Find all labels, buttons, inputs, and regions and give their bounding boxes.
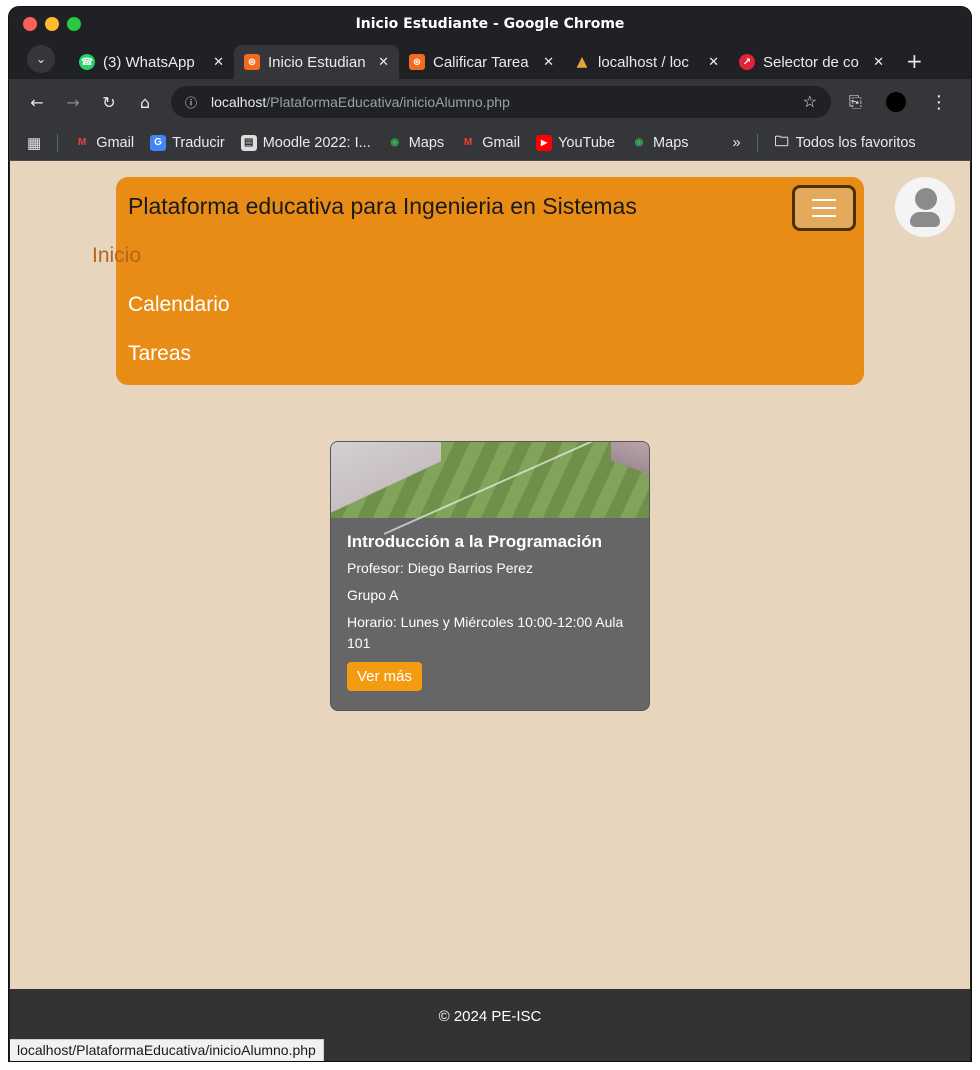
tab-strip: ⌄ ☎ (3) WhatsApp ✕ ⊛ Inicio Estudian ✕ ⊛… [9,41,971,79]
bookmark-label: Gmail [96,134,135,151]
course-professor: Profesor: Diego Barrios Perez [347,560,533,576]
bookmarks-divider [756,133,758,152]
minimize-window-button[interactable] [45,17,59,31]
site-navbar: Plataforma educativa para Ingenieria en … [116,177,864,385]
nav-link-calendario[interactable]: Calendario [128,293,230,317]
browser-window: Inicio Estudiante - Google Chrome ⌄ ☎ (3… [9,7,971,1061]
nav-link-inicio[interactable]: Inicio [92,244,141,268]
moodle-icon: ▤ [240,134,257,151]
course-image [331,442,649,535]
bookmark-traducir[interactable]: G Traducir [150,134,225,151]
navbar-toggler-button[interactable] [792,185,856,231]
window-controls [23,17,81,31]
bookmark-label: Moodle 2022: I... [262,134,371,151]
tab-label: Calificar Tarea [433,53,529,71]
new-tab-button[interactable]: + [906,49,923,73]
bookmark-label: YouTube [558,134,616,151]
close-icon[interactable]: ✕ [543,55,554,70]
address-host: localhost [211,94,267,110]
course-schedule: Horario: Lunes y Miércoles 10:00-12:00 A… [347,614,624,651]
close-icon[interactable]: ✕ [873,55,884,70]
course-title: Introducción a la Programación [347,532,603,551]
folder-icon: 🗀 [774,132,789,149]
site-info-icon[interactable]: ⓘ [185,94,197,111]
maps-icon: ◉ [390,137,400,148]
bookmarks-divider [57,133,59,152]
xampp-icon: ⊛ [409,54,425,70]
course-card: Introducción a la Programación Profesor:… [330,441,650,711]
close-icon[interactable]: ✕ [708,55,719,70]
status-bar-url: localhost/PlataformaEducativa/inicioAlum… [10,1039,324,1061]
bookmark-folder-favorites[interactable]: 🗀 Todos los favoritos [774,132,916,151]
xampp-icon: ⊛ [244,54,260,70]
user-avatar[interactable] [895,177,955,237]
bookmark-maps-2[interactable]: ◉ Maps [631,134,689,151]
close-window-button[interactable] [23,17,37,31]
profile-avatar[interactable] [885,92,906,112]
bookmark-label: Todos los favoritos [795,134,916,151]
close-icon[interactable]: ✕ [378,55,389,70]
bookmarks-bar: ▦ M Gmail G Traducir ▤ Moodle 2022: I... ◉ M… [9,125,971,161]
bookmark-gmail[interactable]: M Gmail [74,135,134,151]
bookmark-star-icon[interactable]: ☆ [803,92,817,112]
bookmark-maps[interactable]: ◉ Maps [387,135,444,151]
bookmark-label: Maps [653,134,689,151]
ver-mas-button[interactable]: Ver más [347,662,423,691]
tab-localhost-phpmyadmin[interactable]: ▲ localhost / loc ✕ [564,45,729,79]
apps-grid-icon[interactable]: ▦ [27,134,41,152]
tab-calificar-tarea[interactable]: ⊛ Calificar Tarea ✕ [399,45,564,79]
close-icon[interactable]: ✕ [213,55,224,70]
course-group: Grupo A [347,587,399,603]
bookmark-label: Maps [408,134,445,151]
tab-label: Selector de co [763,53,859,71]
tab-inicio-estudiante[interactable]: ⊛ Inicio Estudian ✕ [234,45,399,79]
bookmark-moodle[interactable]: ▤ Moodle 2022: I... [240,134,371,151]
maps-icon: ◉ [634,137,644,148]
nav-link-tareas[interactable]: Tareas [128,342,191,366]
back-button[interactable]: ← [19,93,55,112]
address-path: /PlataformaEducativa/inicioAlumno.php [266,94,510,110]
bookmark-label: Traducir [172,134,225,151]
tab-selector-color[interactable]: ↗ Selector de co ✕ [729,45,894,79]
bookmark-gmail-2[interactable]: M Gmail [460,135,520,151]
translate-icon: G [150,134,167,151]
maximize-window-button[interactable] [67,17,81,31]
tab-search-button[interactable]: ⌄ [27,45,55,73]
bookmark-youtube[interactable]: ▶ YouTube [536,134,616,151]
course-card-body: Introducción a la Programación Profesor:… [331,518,649,691]
youtube-icon: ▶ [536,134,553,151]
window-title: Inicio Estudiante - Google Chrome [355,16,625,32]
bookmark-label: Gmail [482,134,521,151]
toolbar-actions: ⎘ ⋮ [849,92,948,113]
footer-copyright: © 2024 PE-ISC [438,1008,542,1025]
phpmyadmin-icon: ▲ [576,54,588,70]
forward-button[interactable]: → [55,93,91,112]
browser-toolbar: ← → ↻ ⌂ ⓘ localhost/PlataformaEducativa/… [9,79,971,125]
home-button[interactable]: ⌂ [127,93,163,112]
menu-kebab-icon[interactable]: ⋮ [930,92,948,113]
gmail-icon: M [78,137,87,148]
tab-label: (3) WhatsApp [103,53,195,71]
more-bookmarks-button[interactable]: » [733,135,741,151]
page-viewport: Plataforma educativa para Ingenieria en … [10,161,970,1061]
tab-whatsapp[interactable]: ☎ (3) WhatsApp ✕ [69,45,234,79]
reload-button[interactable]: ↻ [91,93,127,112]
extensions-icon[interactable]: ⎘ [849,92,862,112]
chevron-down-icon: ⌄ [35,52,47,66]
navbar-brand[interactable]: Plataforma educativa para Ingenieria en … [128,193,637,220]
window-titlebar: Inicio Estudiante - Google Chrome [9,7,971,41]
color-picker-icon: ↗ [739,54,755,70]
whatsapp-icon: ☎ [79,54,95,70]
hamburger-icon [812,199,836,201]
gmail-icon: M [464,137,473,148]
tab-label: Inicio Estudian [268,53,366,71]
address-bar[interactable]: ⓘ localhost/PlataformaEducativa/inicioAl… [171,86,831,118]
tab-label: localhost / loc [598,53,689,71]
user-icon [915,188,937,210]
